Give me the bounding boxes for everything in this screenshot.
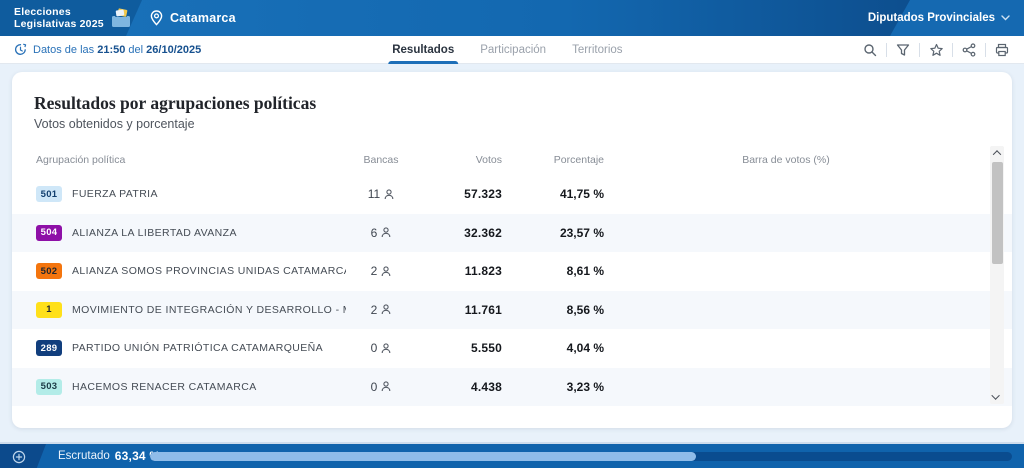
scrollbar-up-arrow-icon[interactable] [990, 146, 1004, 160]
app-header: Elecciones Legislativas 2025 Catamarca D… [0, 0, 1024, 36]
view-tabs: Resultados Participación Territorios [392, 36, 622, 64]
seats-cell: 2 [346, 264, 416, 278]
table-row[interactable]: 503 HACEMOS RENACER CATAMARCA 0 4.438 3,… [12, 368, 1012, 407]
scrutiny-label: Escrutado 63,34 % [58, 444, 160, 468]
votes-cell: 11.823 [416, 264, 516, 278]
column-header-bar: Barra de votos (%) [608, 154, 964, 166]
tab-resultados[interactable]: Resultados [392, 36, 454, 64]
column-header-seats: Bancas [346, 154, 416, 166]
party-code-badge: 1 [36, 302, 62, 318]
scrutiny-progressbar [150, 452, 1012, 461]
seats-cell: 2 [346, 303, 416, 317]
search-icon[interactable] [860, 40, 880, 60]
seats-cell: 0 [346, 380, 416, 394]
page-body: Resultados por agrupaciones políticas Vo… [0, 64, 1024, 442]
votes-cell: 4.438 [416, 380, 516, 394]
party-code-badge: 501 [36, 186, 62, 202]
circle-plus-icon[interactable] [12, 450, 26, 464]
share-icon[interactable] [959, 40, 979, 60]
table-row[interactable]: 502 ALIANZA SOMOS PROVINCIAS UNIDAS CATA… [12, 252, 1012, 291]
party-cell: 503 HACEMOS RENACER CATAMARCA [36, 379, 346, 395]
party-cell: 504 ALIANZA LA LIBERTAD AVANZA [36, 225, 346, 241]
party-cell: 1 MOVIMIENTO DE INTEGRACIÓN Y DESARROLLO… [36, 302, 346, 318]
seats-cell: 11 [346, 187, 416, 201]
person-icon [381, 227, 391, 238]
app-logo: Elecciones Legislativas 2025 [0, 0, 142, 36]
star-icon[interactable] [926, 40, 946, 60]
table-row[interactable]: 504 ALIANZA LA LIBERTAD AVANZA 6 32.362 … [12, 214, 1012, 253]
party-name: PARTIDO UNIÓN PATRIÓTICA CATAMARQUEÑA [72, 342, 323, 354]
column-header-votes: Votos [416, 154, 516, 166]
chevron-down-icon [1001, 15, 1010, 21]
table-scrollbar[interactable] [990, 146, 1004, 404]
percent-cell: 41,75 % [516, 187, 608, 201]
tab-territorios[interactable]: Territorios [572, 36, 622, 64]
percent-cell: 4,04 % [516, 341, 608, 355]
toolbar-divider [952, 43, 953, 57]
category-dropdown[interactable]: Diputados Provinciales [868, 0, 1010, 36]
toolbar-divider [985, 43, 986, 57]
page-title: Resultados por agrupaciones políticas [34, 93, 990, 114]
party-code-badge: 502 [36, 263, 62, 279]
app-logo-text: Elecciones Legislativas 2025 [14, 6, 104, 30]
party-name: MOVIMIENTO DE INTEGRACIÓN Y DESARROLLO -… [72, 304, 346, 316]
percent-cell: 3,23 % [516, 380, 608, 394]
person-icon [381, 304, 391, 315]
party-cell: 502 ALIANZA SOMOS PROVINCIAS UNIDAS CATA… [36, 263, 346, 279]
results-card: Resultados por agrupaciones políticas Vo… [12, 72, 1012, 428]
toolbar-divider [886, 43, 887, 57]
toolbar-divider [919, 43, 920, 57]
footer-left-section [0, 444, 46, 468]
toolbar-actions [860, 36, 1012, 64]
votes-cell: 32.362 [416, 226, 516, 240]
person-icon [384, 189, 394, 200]
results-table: 501 FUERZA PATRIA 11 57.323 41,75 % [12, 175, 1012, 406]
ballot-box-icon [109, 8, 135, 28]
percent-cell: 8,56 % [516, 303, 608, 317]
filter-icon[interactable] [893, 40, 913, 60]
last-updated-text: Datos de las 21:50 del 26/10/2025 [33, 44, 201, 56]
party-name: FUERZA PATRIA [72, 188, 158, 200]
party-code-badge: 504 [36, 225, 62, 241]
scrutiny-footer: Escrutado 63,34 % [0, 442, 1024, 468]
category-label: Diputados Provinciales [868, 12, 995, 24]
percent-cell: 8,61 % [516, 264, 608, 278]
location-pin-icon [150, 10, 163, 26]
seats-cell: 6 [346, 226, 416, 240]
votes-cell: 57.323 [416, 187, 516, 201]
party-cell: 289 PARTIDO UNIÓN PATRIÓTICA CATAMARQUEÑ… [36, 340, 346, 356]
party-name: ALIANZA SOMOS PROVINCIAS UNIDAS CATAMARC… [72, 265, 346, 277]
tab-participacion[interactable]: Participación [480, 36, 546, 64]
district-name: Catamarca [170, 11, 236, 25]
scrutiny-progress-fill [150, 452, 696, 461]
votes-cell: 5.550 [416, 341, 516, 355]
scrollbar-thumb[interactable] [992, 162, 1003, 264]
last-updated: Datos de las 21:50 del 26/10/2025 [14, 43, 201, 56]
table-row[interactable]: 1 MOVIMIENTO DE INTEGRACIÓN Y DESARROLLO… [12, 291, 1012, 330]
page-subtitle: Votos obtenidos y porcentaje [34, 117, 990, 131]
person-icon [381, 381, 391, 392]
votes-cell: 11.761 [416, 303, 516, 317]
party-code-badge: 503 [36, 379, 62, 395]
clock-refresh-icon [14, 43, 27, 56]
table-row[interactable]: 501 FUERZA PATRIA 11 57.323 41,75 % [12, 175, 1012, 214]
sub-header-toolbar: Datos de las 21:50 del 26/10/2025 Result… [0, 36, 1024, 64]
column-header-percent: Porcentaje [516, 154, 608, 166]
party-cell: 501 FUERZA PATRIA [36, 186, 346, 202]
person-icon [381, 343, 391, 354]
party-code-badge: 289 [36, 340, 62, 356]
party-name: ALIANZA LA LIBERTAD AVANZA [72, 227, 237, 239]
table-header-row: Agrupación política Bancas Votos Porcent… [12, 145, 1012, 175]
column-header-party: Agrupación política [36, 154, 346, 166]
print-icon[interactable] [992, 40, 1012, 60]
district-selector[interactable]: Catamarca [150, 0, 236, 36]
percent-cell: 23,57 % [516, 226, 608, 240]
seats-cell: 0 [346, 341, 416, 355]
table-row[interactable]: 289 PARTIDO UNIÓN PATRIÓTICA CATAMARQUEÑ… [12, 329, 1012, 368]
party-name: HACEMOS RENACER CATAMARCA [72, 381, 257, 393]
person-icon [381, 266, 391, 277]
scrollbar-down-arrow-icon[interactable] [990, 390, 1004, 404]
card-header: Resultados por agrupaciones políticas Vo… [12, 72, 1012, 137]
